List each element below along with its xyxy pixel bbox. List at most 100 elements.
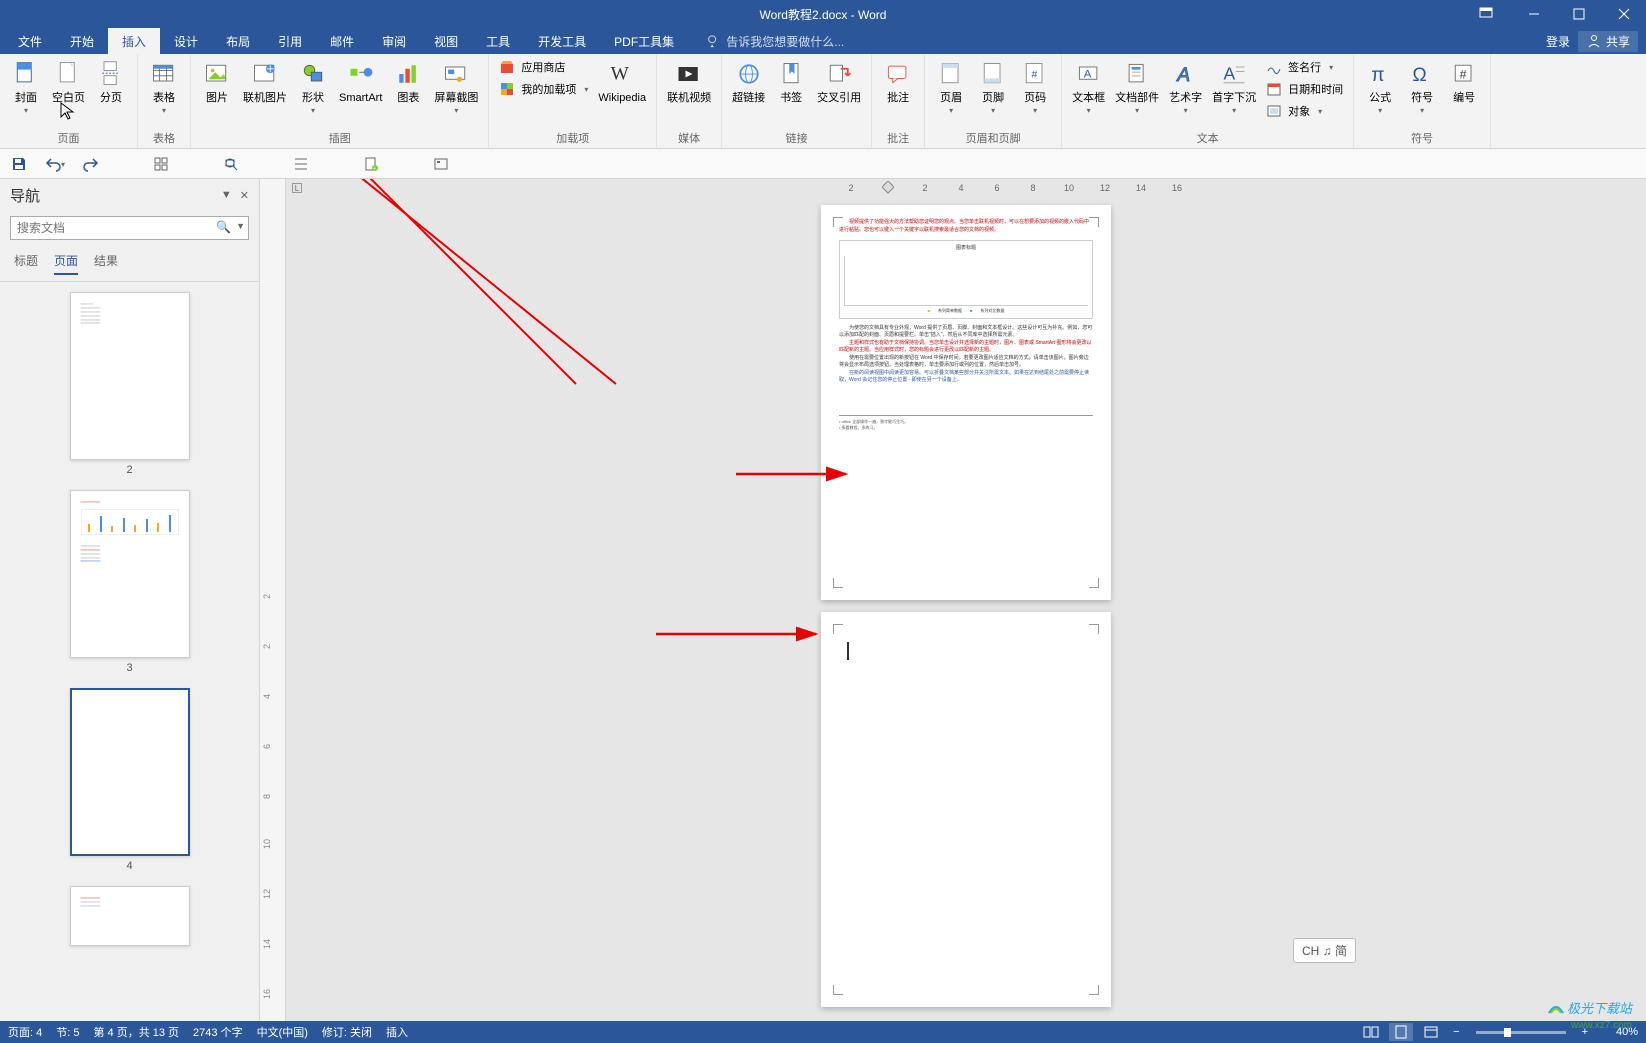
spacing-icon[interactable]	[290, 153, 312, 175]
cross-reference-button[interactable]: 交叉引用	[813, 56, 865, 128]
touch-mode-icon[interactable]	[150, 153, 172, 175]
thumb-page-3[interactable]: ━━━━━━━━━━━ ━━━━━━━━━━━━━━━━━━━━━━━━━━━━…	[70, 490, 190, 658]
ribbon-display-options-icon[interactable]	[1466, 0, 1506, 28]
signature-line-button[interactable]: 签名行▾	[1262, 56, 1347, 78]
svg-text:A: A	[1176, 65, 1190, 86]
search-icon[interactable]: 🔍	[216, 220, 231, 234]
document-page-4[interactable]	[821, 612, 1111, 1007]
nav-search: 🔍 ▼	[10, 216, 249, 240]
document-scroll[interactable]: 视频提供了功能强大的方法帮助您证明您的观点。当您单击联机视频时，可以在想要添加的…	[286, 179, 1646, 1023]
tab-review[interactable]: 审阅	[368, 28, 420, 54]
nav-tab-headings[interactable]: 标题	[14, 252, 38, 275]
status-section[interactable]: 节: 5	[56, 1024, 79, 1040]
tab-file[interactable]: 文件	[4, 28, 56, 54]
tab-layout[interactable]: 布局	[212, 28, 264, 54]
nav-thumbnails[interactable]: ━━━━━━━━━━━━━━━━━━━━━━━━━━━━━━━━━ ━━━━━━━…	[0, 282, 259, 1023]
status-words[interactable]: 2743 个字	[193, 1024, 243, 1040]
tab-pdf[interactable]: PDF工具集	[600, 28, 688, 54]
nav-close-icon[interactable]: ✕	[240, 189, 249, 202]
nav-tab-results[interactable]: 结果	[94, 252, 118, 275]
status-track[interactable]: 修订: 关闭	[322, 1024, 372, 1040]
page-number-button[interactable]: #页码▾	[1015, 56, 1055, 128]
number-button[interactable]: #编号	[1444, 56, 1484, 128]
online-video-button[interactable]: 联机视频	[663, 56, 715, 128]
bookmark-button[interactable]: 书签	[771, 56, 811, 128]
footer-button[interactable]: 页脚▾	[973, 56, 1013, 128]
para-intro: 视频提供了功能强大的方法帮助您证明您的观点。当您单击联机视频时，可以在想要添加的…	[839, 219, 1089, 233]
smartart-button[interactable]: SmartArt	[335, 56, 386, 128]
save-icon[interactable]	[8, 153, 30, 175]
online-pictures-button[interactable]: 联机图片	[239, 56, 291, 128]
cover-page-button[interactable]: 封面▾	[6, 56, 46, 128]
thumb-page-2[interactable]: ━━━━━━━━━━━━━━━━━━━━━━━━━━━━━━━━━━━━━━━━…	[70, 292, 190, 460]
share-button[interactable]: 共享	[1578, 31, 1638, 52]
page-break-button[interactable]: 分页	[91, 56, 131, 128]
nav-tabs: 标题 页面 结果	[0, 244, 259, 282]
ribbon-group-header-footer: 页眉▾ 页脚▾ #页码▾ 页眉和页脚	[925, 54, 1062, 148]
login-link[interactable]: 登录	[1546, 33, 1570, 50]
svg-text:+: +	[373, 166, 376, 172]
blank-page-button[interactable]: 空白页	[48, 56, 89, 128]
tab-mailings[interactable]: 邮件	[316, 28, 368, 54]
share-label: 共享	[1606, 33, 1630, 50]
form-icon[interactable]	[430, 153, 452, 175]
tab-tools[interactable]: 工具	[472, 28, 524, 54]
pictures-button[interactable]: 图片	[197, 56, 237, 128]
tab-insert[interactable]: 插入	[108, 28, 160, 54]
read-mode-icon[interactable]	[1359, 1023, 1383, 1041]
window-controls	[1511, 0, 1646, 28]
wordart-button[interactable]: A艺术字▾	[1165, 56, 1206, 128]
status-page-of[interactable]: 第 4 页，共 13 页	[93, 1024, 179, 1040]
vertical-ruler[interactable]: 2 2 4 6 8 10 12 14 16	[260, 179, 286, 1023]
shapes-button[interactable]: 形状▾	[293, 56, 333, 128]
chart-button[interactable]: 图表	[388, 56, 428, 128]
ribbon-group-label: 页面	[6, 128, 131, 148]
drop-cap-button[interactable]: A首字下沉▾	[1208, 56, 1260, 128]
print-layout-icon[interactable]	[1389, 1023, 1413, 1041]
nav-dropdown-icon[interactable]: ▼	[221, 189, 232, 202]
equation-button[interactable]: π公式▾	[1360, 56, 1400, 128]
tab-developer[interactable]: 开发工具	[524, 28, 600, 54]
screenshot-button[interactable]: 屏幕截图▾	[430, 56, 482, 128]
tab-references[interactable]: 引用	[264, 28, 316, 54]
my-addins-button[interactable]: 我的加载项▾	[495, 78, 592, 100]
status-insert-mode[interactable]: 插入	[386, 1024, 408, 1040]
ime-indicator[interactable]: CH ♫ 简	[1293, 938, 1356, 963]
quick-parts-button[interactable]: 文档部件▾	[1111, 56, 1163, 128]
zoom-out-icon[interactable]: −	[1449, 1026, 1463, 1038]
web-layout-icon[interactable]	[1419, 1023, 1443, 1041]
ribbon-group-illustrations: 图片 联机图片 形状▾ SmartArt 图表 屏幕截图▾ 插图	[191, 54, 489, 148]
tab-home[interactable]: 开始	[56, 28, 108, 54]
search-dropdown-icon[interactable]: ▼	[236, 221, 245, 231]
object-button[interactable]: 对象▾	[1262, 100, 1347, 122]
tell-me-search[interactable]: 告诉我您想要做什么...	[706, 28, 844, 54]
text-box-button[interactable]: A文本框▾	[1068, 56, 1109, 128]
minimize-button[interactable]	[1511, 0, 1556, 28]
tab-design[interactable]: 设计	[160, 28, 212, 54]
status-page[interactable]: 页面: 4	[8, 1024, 42, 1040]
hyperlink-button[interactable]: 超链接	[728, 56, 769, 128]
document-page-3[interactable]: 视频提供了功能强大的方法帮助您证明您的观点。当您单击联机视频时，可以在想要添加的…	[821, 205, 1111, 600]
new-doc-icon[interactable]: +	[360, 153, 382, 175]
table-button[interactable]: 表格▾	[144, 56, 184, 128]
maximize-button[interactable]	[1556, 0, 1601, 28]
status-language[interactable]: 中文(中国)	[257, 1024, 308, 1040]
thumb-page-4[interactable]	[70, 688, 190, 856]
annotation-arrow	[656, 624, 826, 644]
redo-icon[interactable]	[80, 153, 102, 175]
status-bar: 页面: 4 节: 5 第 4 页，共 13 页 2743 个字 中文(中国) 修…	[0, 1021, 1646, 1043]
zoom-slider[interactable]	[1476, 1031, 1566, 1034]
thumb-page-5[interactable]: ━━━━━━━━━━━━━━━━━━━━━━━━━━━━━━━━━	[70, 886, 190, 946]
tab-view[interactable]: 视图	[420, 28, 472, 54]
close-button[interactable]	[1601, 0, 1646, 28]
nav-tab-pages[interactable]: 页面	[54, 252, 78, 275]
comment-button[interactable]: 批注	[878, 56, 918, 128]
symbol-button[interactable]: Ω符号▾	[1402, 56, 1442, 128]
date-time-button[interactable]: 日期和时间	[1262, 78, 1347, 100]
search-input[interactable]	[10, 216, 249, 240]
wikipedia-button[interactable]: WWikipedia	[594, 56, 650, 128]
undo-icon[interactable]: ▾	[44, 153, 66, 175]
print-preview-icon[interactable]	[220, 153, 242, 175]
header-button[interactable]: 页眉▾	[931, 56, 971, 128]
store-button[interactable]: 应用商店	[495, 56, 592, 78]
